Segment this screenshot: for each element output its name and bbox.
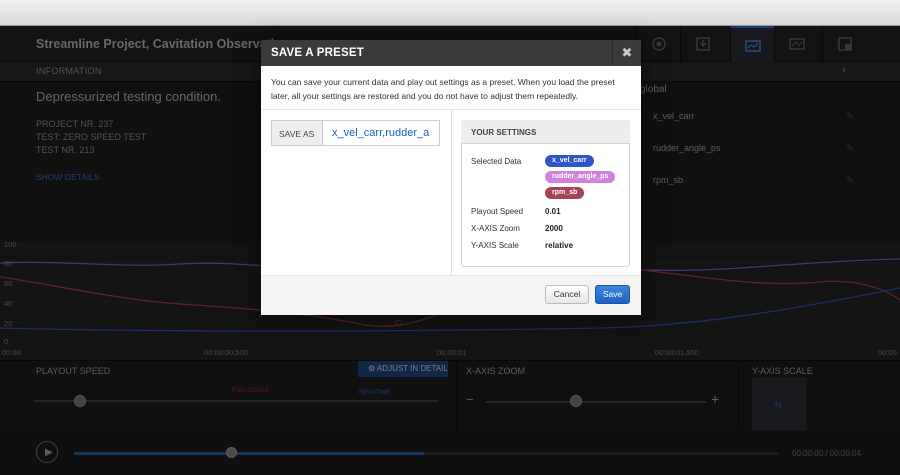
xaxis-zoom-setting-label: X-AXIS Zoom [471,224,520,233]
yaxis-scale-setting-label: Y-AXIS Scale [471,241,519,250]
data-tag: rpm_sb [545,187,585,199]
settings-title: YOUR SETTINGS [471,128,537,137]
dialog-description: You can save your current data and play … [271,77,615,101]
xaxis-zoom-value: 2000 [545,224,563,233]
save-button[interactable]: Save [595,285,630,304]
window-titlebar [0,0,900,26]
playout-speed-value: 0.01 [545,207,561,216]
close-icon[interactable]: ✖ [612,40,641,66]
yaxis-scale-value: relative [545,241,574,250]
data-tag: rudder_angle_ps [545,171,616,183]
dialog-title: SAVE A PRESET [271,47,364,59]
save-as-label: SAVE AS [271,120,323,146]
selected-data-label: Selected Data [471,157,522,166]
save-preset-dialog: SAVE A PRESET ✖ You can save your curren… [261,40,641,315]
divider [451,109,452,275]
playout-speed-setting-label: Playout Speed [471,207,524,216]
cancel-button[interactable]: Cancel [545,285,589,304]
dialog-header: SAVE A PRESET ✖ [261,40,641,66]
preset-name-input[interactable]: x_vel_carr,rudder_a [322,120,440,146]
data-tag: x_vel_carr [545,155,594,167]
